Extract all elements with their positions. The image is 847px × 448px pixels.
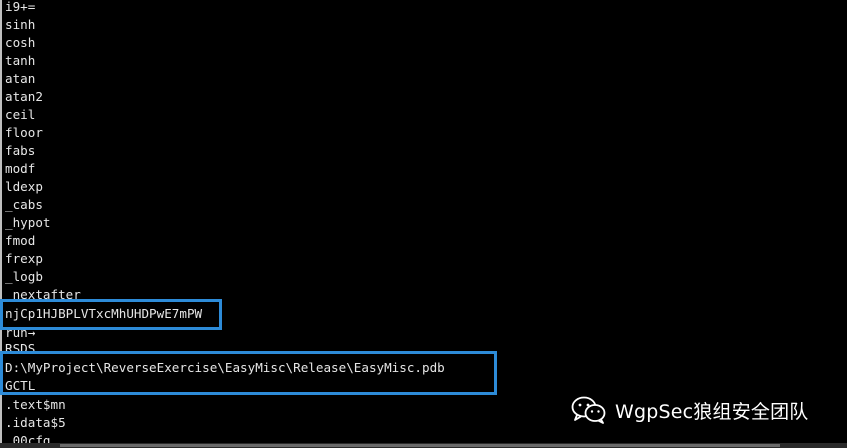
highlight-box-pdb-path xyxy=(0,351,497,395)
output-line: fmod xyxy=(5,233,36,248)
output-line: frexp xyxy=(5,251,43,266)
output-line: tanh xyxy=(5,53,36,68)
output-line: i9+= xyxy=(5,0,36,14)
output-line: cosh xyxy=(5,35,36,50)
output-line: ceil xyxy=(5,107,36,122)
output-line: .idata$5 xyxy=(5,415,66,430)
output-line: ldexp xyxy=(5,179,43,194)
output-line: .text$mn xyxy=(5,397,66,412)
watermark-text: WgpSec狼组安全团队 xyxy=(615,400,809,423)
output-line: fabs xyxy=(5,143,36,158)
output-line: modf xyxy=(5,161,36,176)
output-line: sinh xyxy=(5,17,36,32)
horizontal-scrollbar[interactable] xyxy=(0,443,847,448)
scrollbar-thumb[interactable] xyxy=(60,444,780,447)
highlight-box-secret xyxy=(0,299,222,330)
output-line: _cabs xyxy=(5,197,43,212)
output-line: _hypot xyxy=(5,215,51,230)
output-line: atan2 xyxy=(5,89,43,104)
output-line: floor xyxy=(5,125,43,140)
output-line: _logb xyxy=(5,269,43,284)
wechat-icon xyxy=(571,396,606,424)
watermark: WgpSec狼组安全团队 xyxy=(571,395,809,425)
terminal-output[interactable]: i9+= sinh cosh tanh atan atan2 ceil floo… xyxy=(0,0,847,448)
output-line: atan xyxy=(5,71,36,86)
